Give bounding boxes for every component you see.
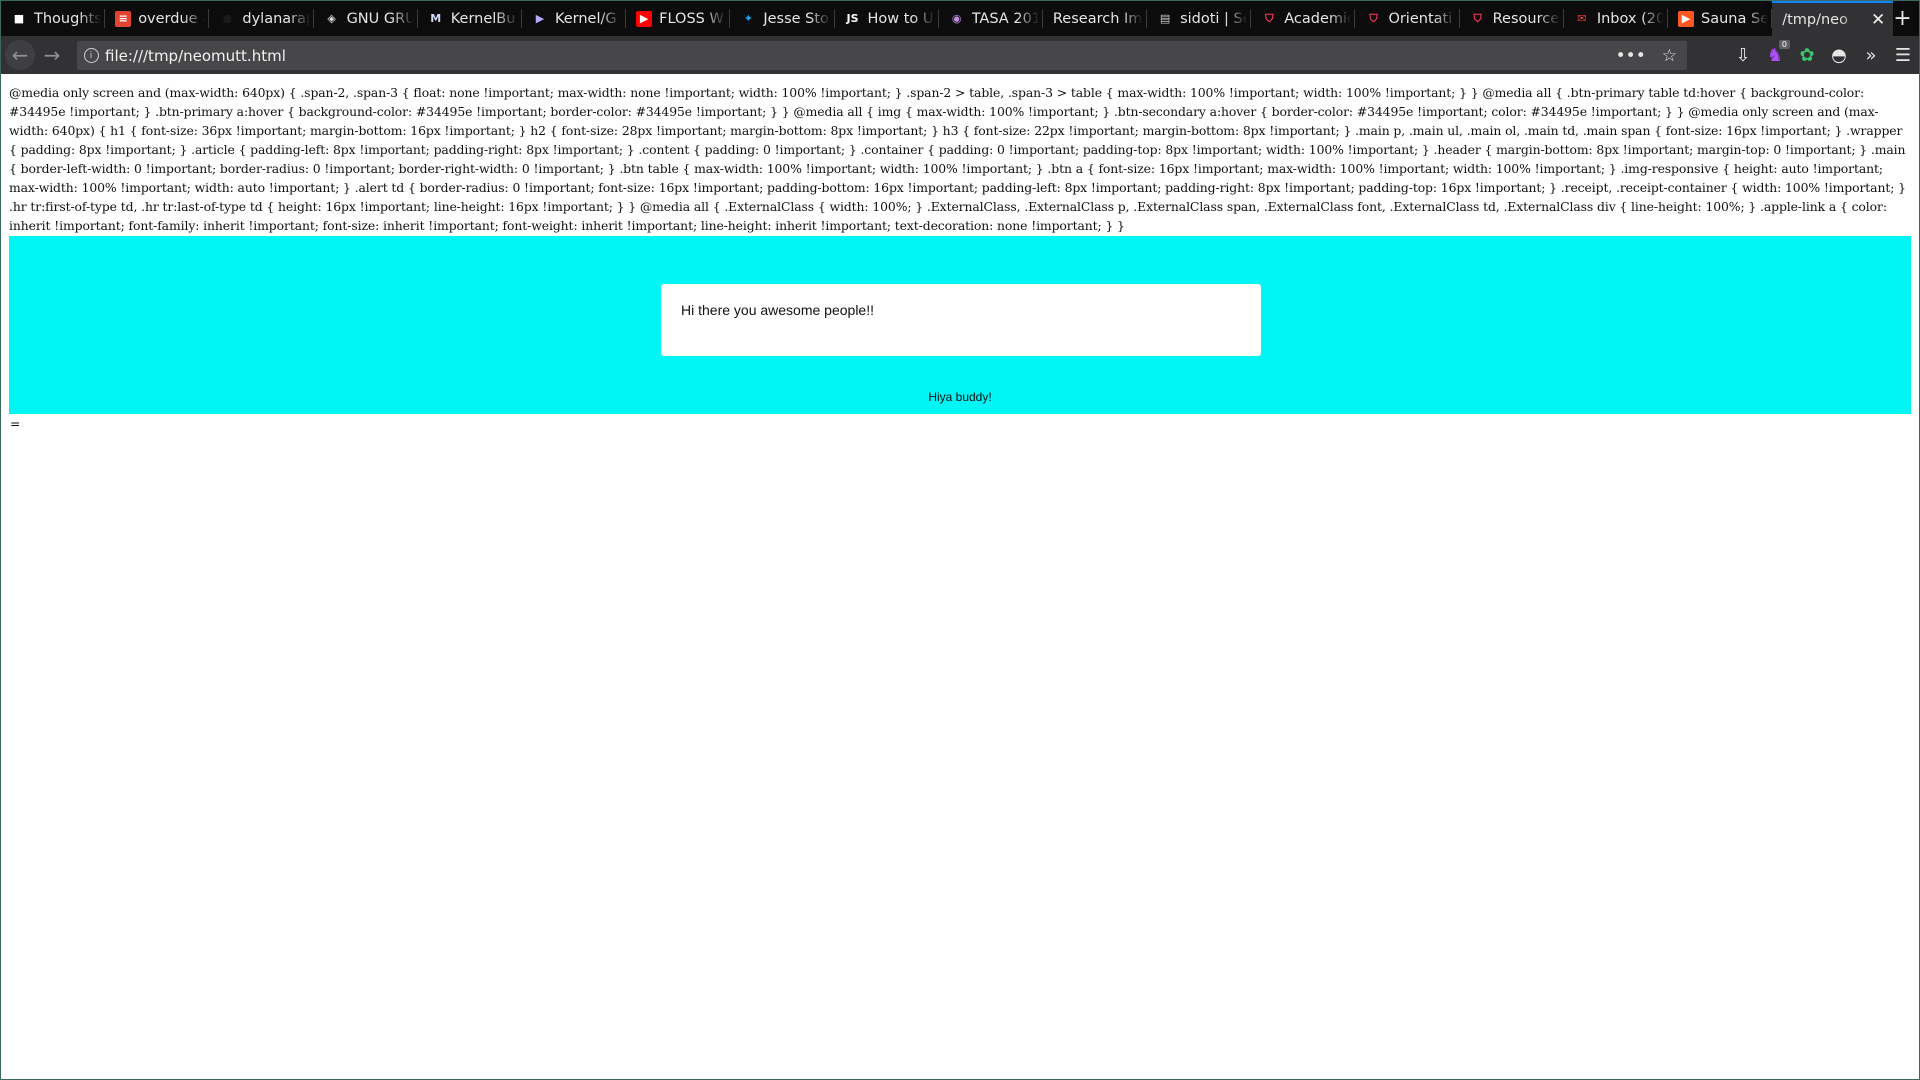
extension-badge: 0 bbox=[1778, 40, 1790, 49]
tab[interactable]: JS How to U bbox=[835, 1, 939, 36]
shield-icon: ⛉ bbox=[1265, 11, 1274, 25]
tab-fade bbox=[1225, 1, 1252, 36]
tab-fade bbox=[912, 1, 939, 36]
tab-label: /tmp/neo bbox=[1782, 11, 1848, 28]
twitter-icon: ✦ bbox=[743, 12, 753, 25]
gmail-icon: ✉ bbox=[1577, 12, 1587, 25]
tab[interactable]: ✉ Inbox (20 bbox=[1564, 1, 1668, 36]
message-card: Hi there you awesome people!! bbox=[661, 284, 1261, 356]
doc-icon: ▤ bbox=[1159, 12, 1171, 25]
tab-fade bbox=[1746, 1, 1773, 36]
tab[interactable]: ▶ Sauna Se bbox=[1668, 1, 1773, 36]
tab-fade bbox=[808, 1, 835, 36]
back-button[interactable]: ← bbox=[5, 40, 35, 70]
tasa-icon: ◉ bbox=[951, 12, 962, 25]
shield-icon: ⛉ bbox=[1473, 11, 1482, 25]
gnu-icon: ◈ bbox=[327, 12, 336, 25]
play-icon: ▶ bbox=[1678, 10, 1694, 27]
info-icon: i bbox=[83, 48, 99, 63]
tab-fade bbox=[183, 1, 210, 36]
tab[interactable]: ■Thoughts & bbox=[1, 1, 106, 36]
extension-button[interactable]: ♞ 0 bbox=[1759, 39, 1791, 71]
tab[interactable]: ◉ TASA 201 bbox=[939, 1, 1043, 36]
tab-fade bbox=[600, 1, 627, 36]
tab[interactable]: ●dylanaraps bbox=[209, 1, 314, 36]
tab-strip: ■Thoughts &≡overdue &●dylanaraps◈GNU GRU… bbox=[1, 1, 1919, 36]
library-button[interactable]: ⇩ bbox=[1727, 39, 1759, 71]
url-bar[interactable]: i file:///tmp/neomutt.html ••• ☆ bbox=[77, 41, 1687, 70]
tab[interactable]: ▶ FLOSS W bbox=[626, 1, 731, 36]
account-button[interactable]: ◓ bbox=[1823, 39, 1855, 71]
tab-fade bbox=[704, 1, 731, 36]
notion-icon: ■ bbox=[13, 12, 25, 25]
plus-icon: + bbox=[1893, 6, 1912, 31]
tab-fade bbox=[1839, 3, 1866, 36]
site-info-button[interactable]: i bbox=[77, 41, 105, 70]
page-content: @media only screen and (max-width: 640px… bbox=[1, 74, 1919, 1079]
tab-fade bbox=[1537, 1, 1564, 36]
js-icon: JS bbox=[846, 12, 859, 25]
toolbar-buttons: ⇩ ♞ 0 ✿ ◓ » ☰ bbox=[1727, 36, 1919, 74]
tab-fade bbox=[1121, 1, 1148, 36]
close-tab-icon[interactable]: ✕ bbox=[1871, 10, 1885, 30]
navigation-toolbar: ← → i file:///tmp/neomutt.html ••• ☆ ⇩ ♞… bbox=[1, 36, 1919, 74]
extension2-icon: ✿ bbox=[1799, 44, 1815, 66]
kernel-icon: M bbox=[430, 12, 442, 25]
tab-fade bbox=[287, 1, 314, 36]
back-arrow-icon: ← bbox=[11, 43, 29, 67]
hamburger-menu-icon: ☰ bbox=[1894, 44, 1912, 66]
overflow-button[interactable]: » bbox=[1855, 39, 1887, 71]
arch-wiki-icon: ▶ bbox=[535, 12, 545, 25]
footer-text: Hiya buddy! bbox=[928, 390, 992, 404]
browser-window: ■Thoughts &≡overdue &●dylanaraps◈GNU GRU… bbox=[0, 0, 1920, 1080]
menu-button[interactable]: ☰ bbox=[1887, 39, 1919, 71]
account-icon: ◓ bbox=[1831, 44, 1847, 66]
tab[interactable]: ≡ overdue & bbox=[105, 1, 210, 36]
email-body-band: Hi there you awesome people!! Hiya buddy… bbox=[9, 236, 1911, 414]
url-text[interactable]: file:///tmp/neomutt.html bbox=[105, 47, 286, 65]
forward-button[interactable]: → bbox=[37, 40, 67, 70]
library-icon: ⇩ bbox=[1735, 44, 1751, 66]
tab-fade bbox=[79, 1, 106, 36]
tab[interactable]: ▶ Kernel/G bbox=[522, 1, 627, 36]
tab-fade bbox=[1433, 1, 1460, 36]
tab[interactable]: Research Im bbox=[1043, 1, 1148, 36]
message-text: Hi there you awesome people!! bbox=[681, 302, 874, 318]
todoist-icon: ≡ bbox=[115, 10, 132, 27]
tab[interactable]: ⛉ Academic bbox=[1251, 1, 1356, 36]
new-tab-button[interactable]: + bbox=[1893, 1, 1919, 36]
trailing-text: = bbox=[10, 416, 21, 431]
tab-fade bbox=[1329, 1, 1356, 36]
extension2-button[interactable]: ✿ bbox=[1791, 39, 1823, 71]
page-actions-icon[interactable]: ••• bbox=[1616, 46, 1646, 66]
tab[interactable]: ⛉ Resource bbox=[1460, 1, 1564, 36]
tab-fade bbox=[391, 1, 418, 36]
tab[interactable]: ◈GNU GRUB bbox=[314, 1, 418, 36]
tab[interactable]: ✦ Jesse Sto bbox=[730, 1, 835, 36]
url-bar-actions: ••• ☆ bbox=[1616, 41, 1677, 70]
bookmark-star-icon[interactable]: ☆ bbox=[1662, 46, 1677, 66]
tab[interactable]: ⛉ Orientati bbox=[1355, 1, 1460, 36]
tab-fade bbox=[1016, 1, 1043, 36]
overflow-icon: » bbox=[1865, 44, 1877, 66]
github-icon: ● bbox=[222, 12, 233, 25]
tab[interactable]: M KernelBu bbox=[418, 1, 522, 36]
tab-fade bbox=[495, 1, 522, 36]
tab[interactable]: ▤ sidoti | Se bbox=[1147, 1, 1252, 36]
youtube-icon: ▶ bbox=[636, 10, 653, 27]
shield-icon: ⛉ bbox=[1369, 11, 1378, 25]
tab-active[interactable]: /tmp/neo ✕ bbox=[1772, 1, 1894, 36]
raw-css-text: @media only screen and (max-width: 640px… bbox=[9, 85, 1906, 233]
forward-arrow-icon: → bbox=[43, 43, 61, 67]
tab-fade bbox=[1642, 1, 1668, 36]
